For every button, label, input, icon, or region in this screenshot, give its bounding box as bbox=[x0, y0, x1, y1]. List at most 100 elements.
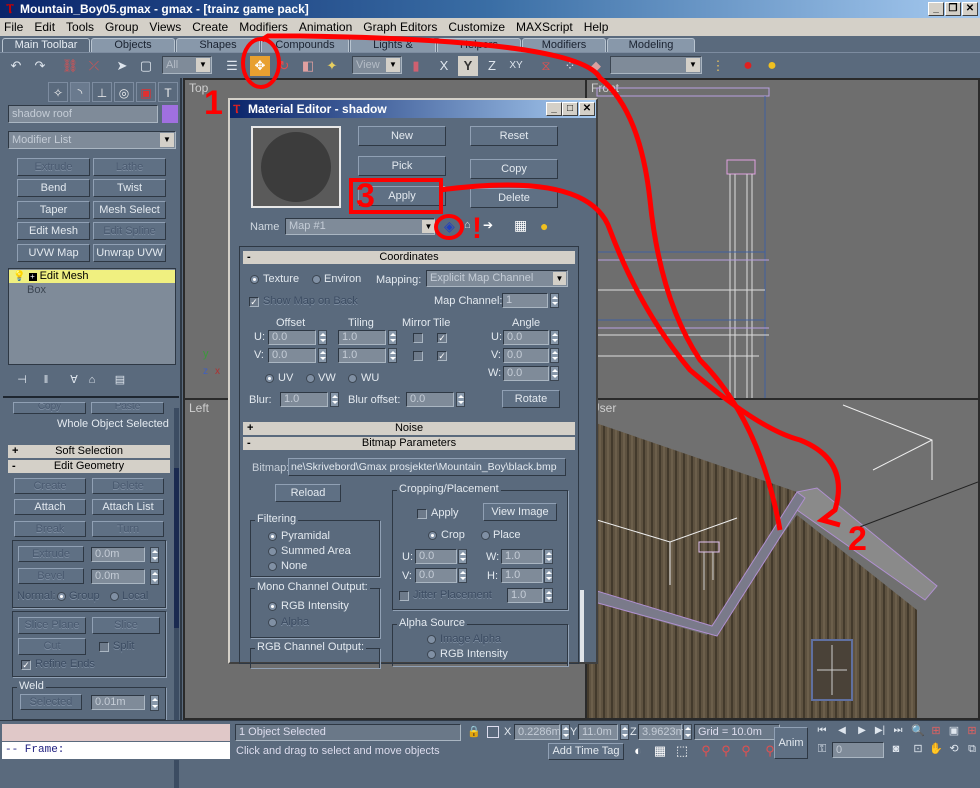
soft-selection-rollout[interactable]: + Soft Selection bbox=[8, 445, 170, 458]
stack-item-edit-mesh[interactable]: 💡 + Edit Mesh bbox=[9, 270, 175, 283]
restore-button[interactable]: ❐ bbox=[945, 2, 961, 16]
environ-radio[interactable] bbox=[312, 275, 321, 284]
crop-v-spinner[interactable] bbox=[458, 568, 467, 583]
viewport-user[interactable]: User bbox=[585, 398, 980, 720]
x-coord-spinner[interactable] bbox=[561, 724, 570, 740]
mirror-icon[interactable]: ⧖ bbox=[536, 56, 556, 76]
alpha-rgb-intensity-radio[interactable] bbox=[427, 650, 436, 659]
absolute-mode-icon[interactable] bbox=[487, 726, 499, 738]
go-to-parent-icon[interactable]: ⌂ bbox=[464, 219, 471, 231]
edit-geometry-rollout[interactable]: - Edit Geometry bbox=[8, 460, 170, 473]
edit-mesh-modifier-button[interactable]: Edit Mesh bbox=[17, 222, 90, 240]
viewport-label[interactable]: Left bbox=[189, 401, 209, 415]
jitter-input[interactable]: 1.0 bbox=[507, 588, 543, 603]
current-frame-input[interactable]: 0 bbox=[832, 742, 884, 758]
tab-shapes[interactable]: Shapes bbox=[176, 38, 260, 52]
zoom-icon[interactable]: 🔍 bbox=[908, 721, 928, 741]
new-button[interactable]: New bbox=[358, 126, 446, 146]
bevel-spinner[interactable] bbox=[150, 569, 159, 585]
map-channel-input[interactable]: 1 bbox=[502, 293, 548, 308]
crop-h-spinner[interactable] bbox=[544, 568, 553, 583]
pivot-icon[interactable]: ✦ bbox=[322, 56, 342, 76]
mesh-select-modifier-button[interactable]: Mesh Select bbox=[93, 201, 166, 219]
pin-stack-icon[interactable]: ⊣ bbox=[12, 370, 32, 390]
animate-button[interactable]: Anim bbox=[774, 727, 808, 759]
delete-button[interactable]: Delete bbox=[92, 478, 164, 494]
reset-button[interactable]: Reset bbox=[470, 126, 558, 146]
interactive-render-icon[interactable]: ▦ bbox=[650, 741, 670, 761]
y-coord-input[interactable]: 11.0m bbox=[578, 724, 618, 740]
mono-alpha-radio[interactable] bbox=[268, 618, 277, 627]
angle-w-input[interactable]: 0.0 bbox=[503, 366, 549, 381]
wu-radio[interactable] bbox=[348, 374, 357, 383]
angle-u-input[interactable]: 0.0 bbox=[503, 330, 549, 345]
cut-button[interactable]: Cut bbox=[18, 638, 86, 655]
named-selection-dropdown[interactable]: ▼ bbox=[610, 56, 702, 74]
move-icon[interactable]: ✥ bbox=[250, 56, 270, 76]
y-coord-spinner[interactable] bbox=[620, 724, 629, 740]
show-map-in-viewport-icon[interactable]: ◈ bbox=[444, 218, 455, 235]
edit-spline-modifier-button[interactable]: Edit Spline bbox=[93, 222, 166, 240]
weld-selected-button[interactable]: Selected bbox=[20, 694, 82, 710]
normal-local-radio[interactable] bbox=[110, 592, 119, 601]
minimize-button[interactable]: _ bbox=[546, 102, 562, 116]
material-editor-title-bar[interactable]: Ⲧ Material Editor - shadow _ □ ✕ bbox=[230, 100, 596, 118]
material-sample-slot[interactable] bbox=[251, 126, 341, 208]
taper-modifier-button[interactable]: Taper bbox=[17, 201, 90, 219]
go-forward-icon[interactable]: ➔ bbox=[483, 218, 493, 232]
make-unique-icon[interactable]: ∀ bbox=[64, 370, 84, 390]
mirror-v-checkbox[interactable] bbox=[413, 351, 423, 361]
next-frame-icon[interactable]: ▶| bbox=[870, 721, 890, 741]
crop-v-input[interactable]: 0.0 bbox=[415, 568, 457, 583]
z-coord-input[interactable]: 3.9623m bbox=[638, 724, 685, 740]
rollout-scrollbar[interactable] bbox=[580, 590, 584, 662]
remove-modifier-icon[interactable]: ⌂ bbox=[82, 370, 102, 390]
link-icon[interactable]: ⛓ bbox=[60, 56, 80, 76]
none-radio[interactable] bbox=[268, 562, 277, 571]
blur-offset-spinner[interactable] bbox=[456, 392, 465, 407]
redo-icon[interactable]: ↷ bbox=[30, 56, 50, 76]
modifier-list-dropdown[interactable]: Modifier List ▼ bbox=[8, 131, 176, 149]
material-name-input[interactable]: Map #1 bbox=[285, 218, 435, 235]
select-by-name-icon[interactable]: ☰ bbox=[222, 56, 242, 76]
utilities-tab-icon[interactable]: T bbox=[158, 82, 178, 102]
angle-v-input[interactable]: 0.0 bbox=[503, 348, 549, 363]
angle-u-spinner[interactable] bbox=[550, 330, 559, 345]
extrude-button[interactable]: Extrude bbox=[18, 546, 84, 562]
bevel-button[interactable]: Bevel bbox=[18, 568, 84, 584]
angle-w-spinner[interactable] bbox=[550, 366, 559, 381]
align-icon[interactable]: ◆ bbox=[586, 56, 606, 76]
go-to-start-icon[interactable]: ⏮ bbox=[812, 721, 832, 741]
mirror-u-checkbox[interactable] bbox=[413, 333, 423, 343]
break-button[interactable]: Break bbox=[14, 521, 86, 537]
lathe-modifier-button[interactable]: Lathe bbox=[93, 158, 166, 176]
material-navigator-icon[interactable]: ● bbox=[540, 218, 548, 234]
normal-group-radio[interactable] bbox=[57, 592, 66, 601]
lightbulb-icon[interactable]: 💡 bbox=[13, 271, 25, 282]
z-coord-spinner[interactable] bbox=[683, 724, 692, 740]
attach-list-button[interactable]: Attach List bbox=[92, 499, 164, 515]
previous-frame-icon[interactable]: ◀ bbox=[832, 721, 852, 741]
blur-input[interactable]: 1.0 bbox=[280, 392, 328, 407]
tab-modifiers[interactable]: Modifiers bbox=[522, 38, 606, 52]
menu-create[interactable]: Create bbox=[192, 20, 228, 34]
jitter-placement-checkbox[interactable] bbox=[399, 591, 409, 601]
attach-button[interactable]: Attach bbox=[14, 499, 86, 515]
menu-views[interactable]: Views bbox=[149, 20, 181, 34]
pyramidal-radio[interactable] bbox=[268, 532, 277, 541]
hierarchy-tab-icon[interactable]: ⊥ bbox=[92, 82, 112, 102]
play-icon[interactable]: ▶ bbox=[852, 721, 872, 741]
uvw-map-modifier-button[interactable]: UVW Map bbox=[17, 244, 90, 262]
pivot-center-icon[interactable]: ▮ bbox=[406, 56, 426, 76]
snap-3d-icon[interactable]: ⚲ bbox=[696, 741, 716, 761]
stack-item-box[interactable]: Box bbox=[27, 284, 46, 296]
maxscript-listener-input[interactable] bbox=[2, 724, 230, 741]
menu-file[interactable]: File bbox=[4, 20, 23, 34]
pan-icon[interactable]: ✋ bbox=[926, 739, 946, 759]
zoom-extents-icon[interactable]: ▣ bbox=[944, 721, 964, 741]
unwrap-uvw-modifier-button[interactable]: Unwrap UVW bbox=[93, 244, 166, 262]
unlink-icon[interactable]: ⤫ bbox=[84, 56, 104, 76]
axis-z-button[interactable]: Z bbox=[482, 56, 502, 76]
bevel-amount-input[interactable]: 0.0m bbox=[91, 569, 145, 584]
mapping-dropdown[interactable]: Explicit Map Channel ▼ bbox=[426, 270, 568, 287]
